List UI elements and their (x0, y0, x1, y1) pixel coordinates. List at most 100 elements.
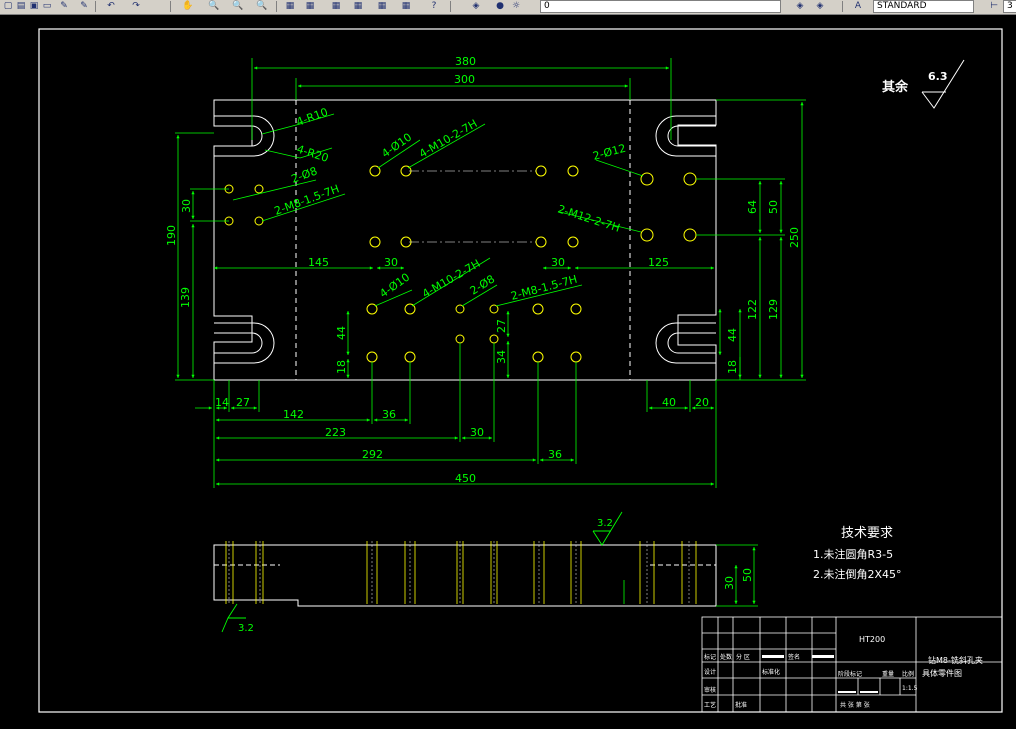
tech-req-title: 技术要求 (841, 526, 893, 541)
print-icon[interactable]: ▭ (41, 1, 53, 12)
dim-129: 129 (767, 299, 780, 320)
layer-manager-icon[interactable]: ◈ (470, 1, 482, 12)
hole-phi8-group (224, 184, 264, 226)
dimension-style-select[interactable]: 3 (1003, 0, 1016, 13)
tb-cell-stage: 阶段标记 (838, 670, 862, 678)
dim-4-r10: 4-R10 (295, 105, 330, 128)
slot-top-right-r20 (655, 115, 716, 157)
dim-18-left: 18 (335, 360, 348, 374)
help-icon[interactable]: ? (428, 1, 440, 12)
dim-40: 40 (662, 396, 676, 409)
slot-bottom-right (667, 332, 716, 354)
open-file-icon[interactable]: ▤ (15, 1, 27, 12)
layer-states-icon[interactable]: ◈ (814, 1, 826, 12)
tech-req-item-1: 1.未注圆角R3-5 (813, 547, 893, 561)
dim-4-m10-top: 4-M10-2-7H (417, 117, 480, 161)
calculator-icon[interactable]: ▦ (400, 1, 412, 12)
dim-44-left: 44 (335, 326, 348, 340)
dim-122: 122 (746, 299, 759, 320)
new-file-icon[interactable]: ▢ (2, 1, 14, 12)
text-style-select[interactable]: STANDARD (873, 0, 974, 13)
dim-30-mid-right: 30 (551, 256, 565, 269)
dim-139: 139 (179, 287, 192, 308)
dim-44-right: 44 (726, 328, 739, 342)
tb-cell-process: 工艺 (704, 701, 716, 709)
dim-30-side: 30 (723, 576, 736, 590)
tb-cell-weight: 重量 (882, 670, 894, 678)
plan-view (213, 99, 717, 381)
side-view-holes (225, 541, 697, 604)
separator (842, 1, 843, 12)
sun-icon[interactable]: ☼ (510, 1, 522, 12)
drawing-title-line-1: 钻M8-铣斜孔夹 (928, 655, 983, 665)
drawing-title-line-2: 具体零件图 (922, 668, 962, 678)
paint-icon[interactable]: ✎ (78, 1, 90, 12)
dim-223: 223 (325, 426, 346, 439)
dim-4-phi10-bottom: 4-Ø10 (377, 271, 412, 301)
undo-icon[interactable]: ↶ (105, 1, 117, 12)
text-style-icon[interactable]: A (852, 1, 864, 12)
layer-previous-icon[interactable]: ◈ (794, 1, 806, 12)
bulb-icon[interactable]: ● (494, 1, 506, 12)
dim-142: 142 (283, 408, 304, 421)
tb-cell-approve: 批准 (735, 701, 747, 709)
roughness-top-value: 3.2 (597, 518, 613, 529)
separator (95, 1, 96, 12)
roughness-bottom-value: 3.2 (238, 623, 254, 634)
roughness-other-label: 其余 (882, 79, 909, 95)
dim-18-right: 18 (726, 360, 739, 374)
dim-190: 190 (165, 225, 178, 246)
hole-row3 (366, 303, 582, 315)
zoom-window-icon[interactable]: 🔍 (232, 1, 244, 12)
markup-icon[interactable]: ▦ (376, 1, 388, 12)
dimension-texts: 380 300 4-R10 4-R20 2-Ø8 2-M8-1.5-7H 4-Ø… (165, 55, 801, 485)
dimension-style-icon[interactable]: ⊢ (988, 1, 1000, 12)
zoom-realtime-icon[interactable]: 🔍 (208, 1, 220, 12)
tb-cell-sheets: 共 张 第 张 (840, 701, 870, 709)
tool-palette-icon[interactable]: ▦ (330, 1, 342, 12)
dim-292: 292 (362, 448, 383, 461)
dim-27: 27 (495, 319, 508, 333)
slot-top-right (667, 125, 716, 147)
sheet-set-icon[interactable]: ▦ (352, 1, 364, 12)
dim-50-side: 50 (741, 568, 754, 582)
dim-380: 380 (455, 55, 476, 68)
side-view-threads (228, 541, 690, 604)
redo-icon[interactable]: ↷ (130, 1, 142, 12)
hole-centerlines (409, 170, 536, 243)
save-icon[interactable]: ▣ (28, 1, 40, 12)
title-block-texts: HT200 钻M8-铣斜孔夹 具体零件图 1:1.5 标记 处数 分 区 签名 … (704, 635, 983, 709)
layer-select[interactable]: 0 (540, 0, 781, 13)
separator (276, 1, 277, 12)
tech-req-item-2: 2.未注倒角2X45° (813, 567, 902, 581)
tb-cell-zone: 分 区 (736, 653, 750, 661)
drawing-canvas[interactable]: 380 300 4-R10 4-R20 2-Ø8 2-M8-1.5-7H 4-Ø… (0, 15, 1016, 725)
side-view-dim-texts: 50 30 (723, 568, 754, 590)
tb-cell-count: 处数 (720, 653, 732, 661)
dim-30-bottom: 30 (470, 426, 484, 439)
zoom-previous-icon[interactable]: 🔍 (256, 1, 268, 12)
tb-cell-review: 审核 (704, 686, 716, 694)
drawing-svg: 380 300 4-R10 4-R20 2-Ø8 2-M8-1.5-7H 4-Ø… (38, 28, 1003, 713)
material-text: HT200 (859, 635, 885, 644)
separator (450, 1, 451, 12)
drawing-frame (38, 28, 1003, 713)
dim-36-second: 36 (548, 448, 562, 461)
hole-m10-row2 (369, 236, 579, 248)
dim-2-phi12: 2-Ø12 (591, 142, 627, 163)
dim-145: 145 (308, 256, 329, 269)
slot-bottom-left (214, 332, 263, 354)
dim-34: 34 (495, 350, 508, 364)
dim-14: 14 (215, 396, 229, 409)
hole-phi10-row1 (369, 165, 579, 177)
dim-4-r20: 4-R20 (295, 142, 330, 164)
pen-icon[interactable]: ✎ (58, 1, 70, 12)
tb-cell-standard: 标准化 (762, 668, 780, 676)
scale-text: 1:1.5 (902, 685, 918, 692)
properties-icon[interactable]: ▦ (284, 1, 296, 12)
pan-icon[interactable]: ✋ (182, 1, 194, 12)
slot-bottom-left-r20 (214, 322, 275, 364)
design-center-icon[interactable]: ▦ (304, 1, 316, 12)
hole-phi12-group (640, 172, 697, 242)
side-view-outline (213, 544, 717, 607)
